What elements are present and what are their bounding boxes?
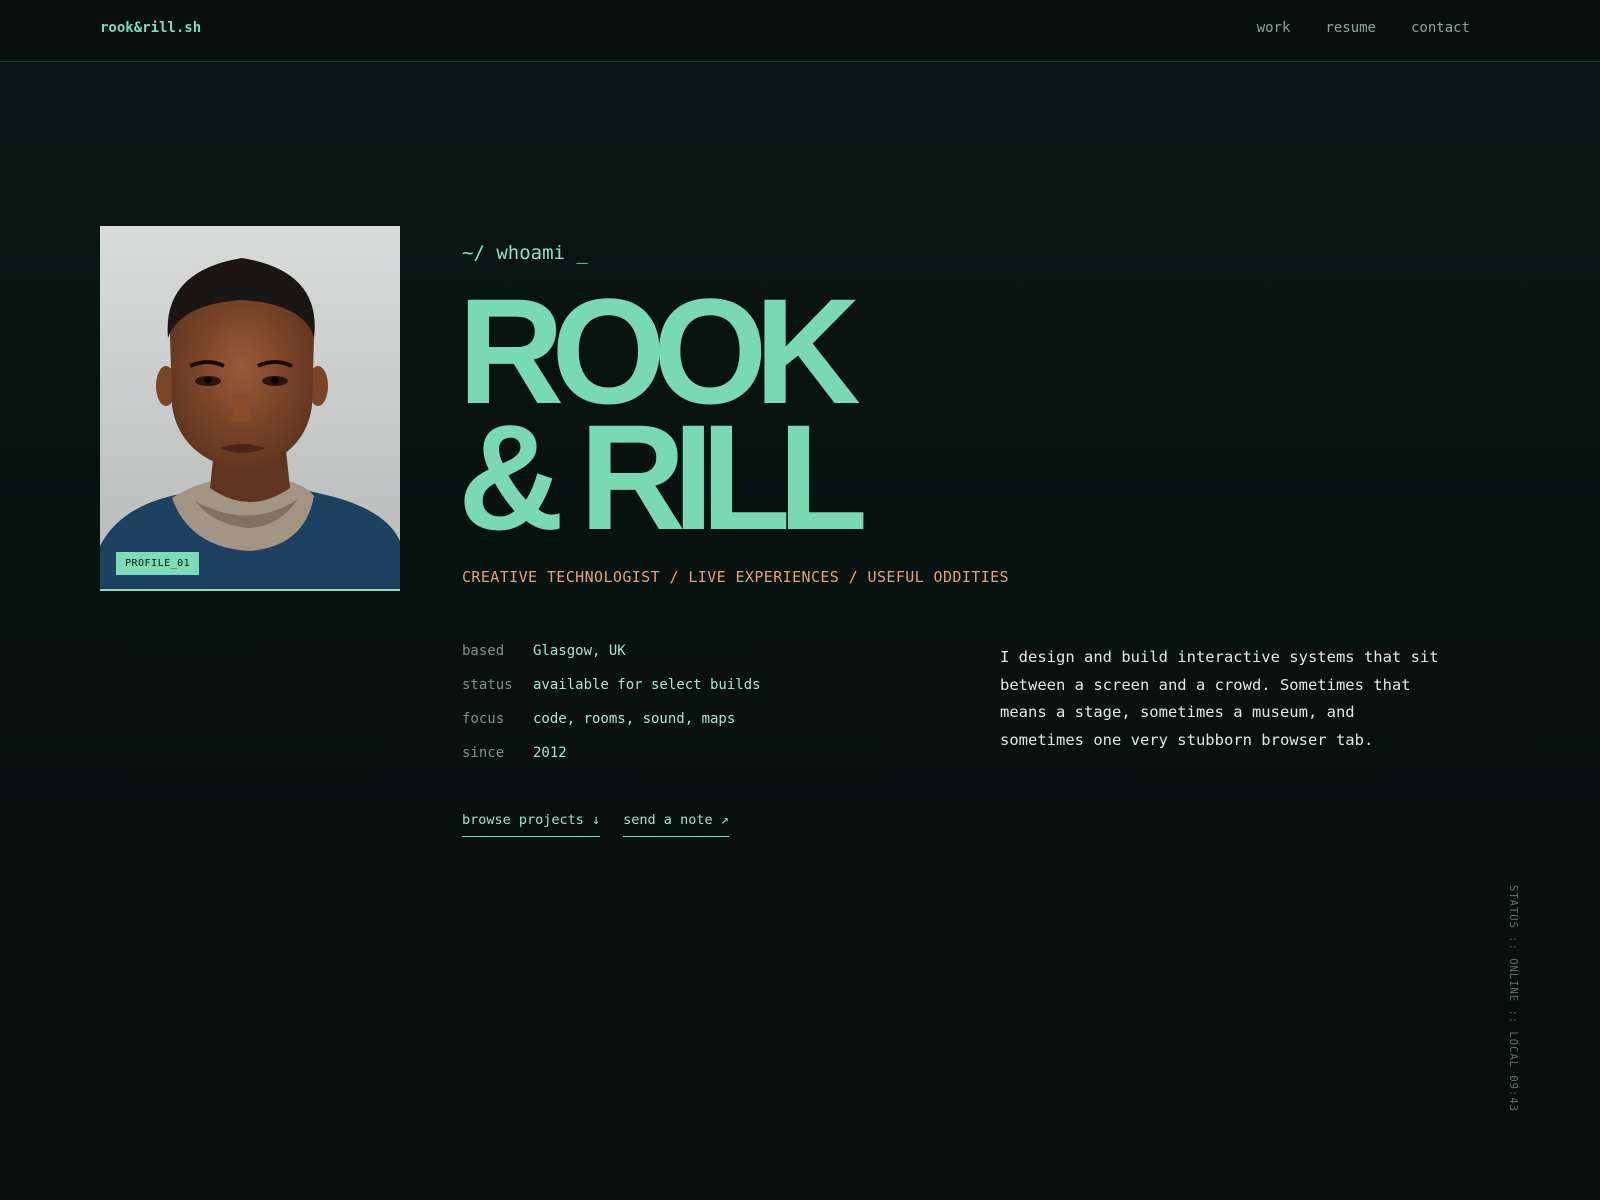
hero-name: ROOK & RILL: [458, 276, 868, 561]
fact-key: status: [462, 677, 513, 693]
tagline: CREATIVE TECHNOLOGIST / LIVE EXPERIENCES…: [462, 568, 1009, 586]
fact-value: Glasgow, UK: [533, 643, 626, 659]
send-note-link[interactable]: send a note ↗: [623, 812, 729, 837]
fact-row: focus code, rooms, sound, maps: [462, 711, 761, 745]
fact-key: since: [462, 745, 505, 761]
profile-photo: PROFILE_01: [100, 226, 400, 591]
fact-value: available for select builds: [533, 677, 761, 693]
main-nav: work resume contact: [1257, 20, 1470, 36]
profile-tag: PROFILE_01: [116, 552, 200, 575]
browse-projects-link[interactable]: browse projects ↓: [462, 812, 601, 837]
bio-paragraph: I design and build interactive systems t…: [1000, 648, 1439, 749]
nav-resume[interactable]: resume: [1325, 20, 1376, 36]
status-indicator: STATUS :: ONLINE :: LOCAL 09:43: [1507, 885, 1519, 1112]
fact-key: focus: [462, 711, 505, 727]
portrait-illustration: [100, 258, 400, 589]
whoami-prompt: ~/ whoami _: [462, 242, 588, 264]
fact-value: code, rooms, sound, maps: [533, 711, 736, 727]
nav-contact[interactable]: contact: [1411, 20, 1470, 36]
fact-row: since 2012: [462, 745, 761, 779]
fact-value: 2012: [533, 745, 567, 761]
fact-row: based Glasgow, UK: [462, 643, 761, 677]
brand-link[interactable]: rook&rill.sh: [100, 20, 201, 36]
fact-key: based: [462, 643, 505, 659]
fact-row: status available for select builds: [462, 677, 761, 711]
hero-name-line-2: & RILL: [458, 393, 868, 561]
facts-list: based Glasgow, UK status available for s…: [462, 643, 761, 779]
top-bar: rook&rill.sh work resume contact: [0, 0, 1600, 62]
nav-work[interactable]: work: [1257, 20, 1291, 36]
cta-group: browse projects ↓ send a note ↗: [462, 812, 729, 837]
